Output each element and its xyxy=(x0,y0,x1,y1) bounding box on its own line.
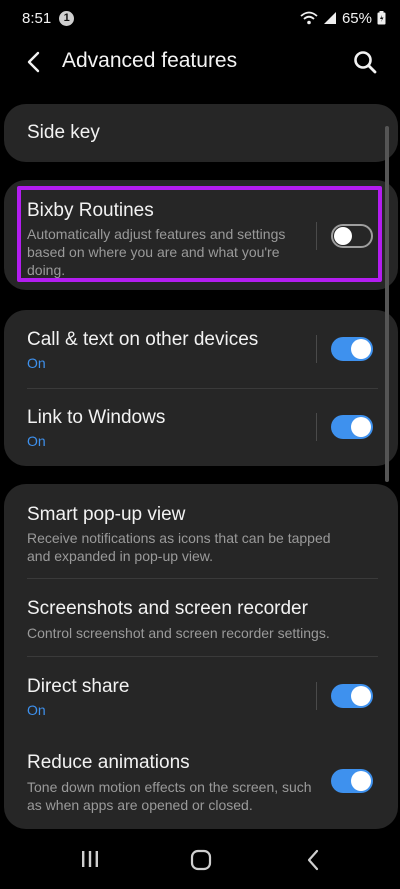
screenshots-item[interactable]: Screenshots and screen recorder Control … xyxy=(4,579,398,656)
link-windows-status: On xyxy=(27,433,46,449)
battery-icon xyxy=(377,11,386,25)
signal-icon xyxy=(323,12,336,24)
misc-features-card: Smart pop-up view Receive notifications … xyxy=(4,484,398,829)
call-text-status: On xyxy=(27,355,46,371)
side-key-item[interactable]: Side key xyxy=(4,104,398,162)
reduce-animations-title: Reduce animations xyxy=(27,752,190,773)
smart-popup-item[interactable]: Smart pop-up view Receive notifications … xyxy=(4,484,398,578)
vertical-divider xyxy=(316,335,317,363)
search-icon[interactable] xyxy=(352,49,378,75)
reduce-animations-item[interactable]: Reduce animations Tone down motion effec… xyxy=(4,736,398,829)
status-bar: 8:51 1 65% xyxy=(0,0,400,36)
app-bar: Advanced features xyxy=(0,36,400,88)
call-text-title: Call & text on other devices xyxy=(27,329,259,350)
smart-popup-title: Smart pop-up view xyxy=(27,504,186,525)
notification-badge: 1 xyxy=(59,10,75,26)
reduce-animations-toggle[interactable] xyxy=(331,769,373,793)
direct-share-status: On xyxy=(27,702,46,718)
wifi-icon xyxy=(300,11,318,25)
direct-share-item[interactable]: Direct share On xyxy=(4,657,398,735)
direct-share-title: Direct share xyxy=(27,676,130,697)
call-text-toggle[interactable] xyxy=(331,337,373,361)
side-key-card: Side key xyxy=(4,104,398,162)
link-windows-item[interactable]: Link to Windows On xyxy=(4,389,398,466)
smart-popup-description: Receive notifications as icons that can … xyxy=(27,530,331,564)
scrollbar[interactable] xyxy=(385,126,389,482)
highlight-box xyxy=(17,186,382,282)
back-arrow-icon[interactable] xyxy=(22,50,46,74)
reduce-animations-description: Tone down motion effects on the screen, … xyxy=(27,779,312,813)
link-windows-title: Link to Windows xyxy=(27,407,166,428)
toggle-knob xyxy=(351,417,371,437)
vertical-divider xyxy=(316,682,317,710)
toggle-knob xyxy=(351,339,371,359)
direct-share-toggle[interactable] xyxy=(331,684,373,708)
home-icon[interactable] xyxy=(190,849,212,871)
call-text-item[interactable]: Call & text on other devices On xyxy=(4,310,398,388)
link-windows-toggle[interactable] xyxy=(331,415,373,439)
page-title: Advanced features xyxy=(62,49,238,72)
recents-icon[interactable] xyxy=(80,849,100,869)
side-key-title: Side key xyxy=(27,122,100,143)
toggle-knob xyxy=(351,686,371,706)
battery-percent: 65% xyxy=(341,9,372,27)
status-time: 8:51 xyxy=(22,9,52,27)
toggle-knob xyxy=(351,771,371,791)
connected-devices-card: Call & text on other devices On Link to … xyxy=(4,310,398,466)
navigation-bar xyxy=(0,833,400,889)
screenshots-description: Control screenshot and screen recorder s… xyxy=(27,625,330,641)
screenshots-title: Screenshots and screen recorder xyxy=(27,598,308,619)
back-icon[interactable] xyxy=(305,849,321,871)
vertical-divider xyxy=(316,413,317,441)
